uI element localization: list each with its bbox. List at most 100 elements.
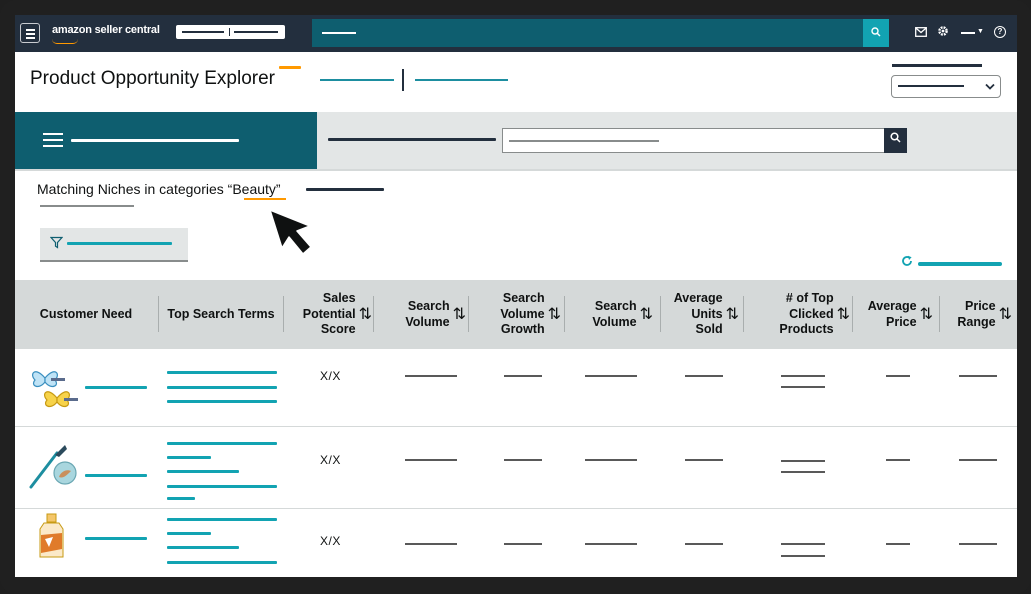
keyword-highlight bbox=[244, 198, 286, 200]
top-clicked-products-value bbox=[781, 375, 825, 377]
column-header-price-range[interactable]: Price Range ⇅ bbox=[940, 280, 1012, 349]
settings-button[interactable] bbox=[937, 24, 949, 42]
niche-search-band bbox=[15, 112, 1017, 171]
search-term-link[interactable] bbox=[167, 371, 277, 374]
top-clicked-products-value bbox=[781, 555, 825, 557]
average-price-value bbox=[886, 543, 910, 545]
store-selector[interactable] bbox=[176, 25, 285, 39]
page-title: Product Opportunity Explorer bbox=[30, 68, 276, 89]
help-icon[interactable]: ? bbox=[994, 26, 1006, 38]
search-volume-growth-value bbox=[504, 459, 542, 461]
column-header-search-volume-2[interactable]: Search Volume ⇅ bbox=[565, 280, 653, 349]
chevron-down-icon[interactable]: ▼ bbox=[977, 28, 984, 35]
column-header-label: Sales Potential Score bbox=[302, 291, 356, 337]
matching-niches-heading: Matching Niches in categories “Beauty” bbox=[37, 181, 281, 197]
sort-arrows-icon[interactable]: ⇅ bbox=[726, 307, 739, 323]
column-header-search-volume[interactable]: Search Volume ⇅ bbox=[374, 280, 466, 349]
marketplace-name-placeholder bbox=[234, 31, 278, 33]
screen: amazon seller central ▼ ? Product Opport… bbox=[15, 15, 1017, 577]
table-header: Customer Need Top Search Terms Sales Pot… bbox=[15, 280, 1017, 349]
menu-icon-bar bbox=[26, 37, 35, 39]
column-header-average-price[interactable]: Average Price ⇅ bbox=[853, 280, 933, 349]
average-price-value bbox=[886, 375, 910, 377]
average-units-sold-value bbox=[685, 543, 723, 545]
search-volume-value bbox=[585, 375, 637, 377]
amazon-smile-logo-mark bbox=[52, 39, 78, 44]
column-header-customer-need: Customer Need bbox=[15, 280, 157, 349]
search-term-link[interactable] bbox=[167, 532, 211, 535]
search-volume-growth-value bbox=[504, 543, 542, 545]
sort-arrows-icon[interactable]: ⇅ bbox=[999, 307, 1012, 323]
refresh-link[interactable] bbox=[918, 262, 1002, 266]
column-header-label: Search Volume bbox=[405, 299, 450, 329]
filter-button[interactable] bbox=[40, 228, 188, 262]
search-term-link[interactable] bbox=[167, 456, 211, 459]
marketplace-dropdown[interactable] bbox=[891, 75, 1001, 98]
category-menu-label bbox=[71, 139, 239, 142]
search-term-link[interactable] bbox=[167, 518, 277, 521]
customer-need-link[interactable] bbox=[85, 474, 147, 477]
amazon-seller-central-logo[interactable]: amazon seller central bbox=[52, 24, 160, 36]
column-header-label: Top Search Terms bbox=[167, 306, 275, 321]
refresh-icon[interactable] bbox=[901, 255, 913, 267]
niche-search-input[interactable] bbox=[502, 128, 885, 153]
sort-arrows-icon[interactable]: ⇅ bbox=[837, 307, 850, 323]
search-term-link[interactable] bbox=[167, 546, 239, 549]
sort-arrows-icon[interactable]: ⇅ bbox=[453, 307, 466, 323]
column-header-top-search-terms: Top Search Terms bbox=[159, 280, 283, 349]
mail-button[interactable] bbox=[915, 24, 927, 42]
customer-need-link[interactable] bbox=[85, 537, 147, 540]
customer-need-link[interactable] bbox=[85, 386, 147, 389]
search-term-link[interactable] bbox=[167, 442, 277, 445]
sort-arrows-icon[interactable]: ⇅ bbox=[920, 307, 933, 323]
sales-potential-score: X/X bbox=[320, 534, 341, 548]
menu-icon bbox=[26, 29, 35, 31]
header-link-2[interactable] bbox=[415, 79, 508, 81]
average-units-sold-value bbox=[685, 459, 723, 461]
search-term-link[interactable] bbox=[167, 400, 277, 403]
mail-icon bbox=[915, 27, 927, 37]
store-selector-divider bbox=[229, 28, 230, 36]
sort-arrows-icon[interactable]: ⇅ bbox=[359, 307, 372, 323]
search-term-link[interactable] bbox=[167, 561, 277, 564]
mouse-cursor-icon bbox=[269, 209, 312, 255]
column-header-sales-potential-score[interactable]: Sales Potential Score ⇅ bbox=[284, 280, 372, 349]
chevron-down-icon bbox=[985, 83, 995, 90]
global-search-button[interactable] bbox=[863, 19, 889, 47]
sales-potential-score: X/X bbox=[320, 453, 341, 467]
column-header-label: Search Volume Growth bbox=[500, 291, 545, 337]
column-header-label: Customer Need bbox=[39, 306, 133, 321]
header-link-1[interactable] bbox=[320, 79, 394, 81]
sort-arrows-icon[interactable]: ⇅ bbox=[640, 307, 653, 323]
niche-search-button[interactable] bbox=[884, 128, 907, 153]
niches-subtitle-underline bbox=[40, 205, 134, 207]
marketplace-dropdown-value bbox=[898, 85, 964, 87]
average-units-sold-value bbox=[685, 375, 723, 377]
table-row[interactable]: X/X bbox=[15, 427, 1017, 509]
top-clicked-products-value bbox=[781, 386, 825, 388]
category-menu-panel[interactable] bbox=[15, 112, 317, 169]
column-header-label: # of Top Clicked Products bbox=[779, 291, 834, 337]
menu-icon-bar bbox=[26, 33, 35, 35]
search-term-link[interactable] bbox=[167, 497, 195, 500]
price-range-value bbox=[959, 459, 997, 461]
price-range-value bbox=[959, 375, 997, 377]
search-volume-value bbox=[405, 375, 457, 377]
search-placeholder bbox=[322, 32, 356, 34]
top-navigation-bar: amazon seller central ▼ ? bbox=[15, 15, 1017, 52]
search-term-link[interactable] bbox=[167, 386, 277, 389]
column-header-top-clicked-products[interactable]: # of Top Clicked Products ⇅ bbox=[744, 280, 850, 349]
store-name-placeholder bbox=[182, 31, 224, 33]
language-selector[interactable] bbox=[961, 32, 975, 34]
sort-arrows-icon[interactable]: ⇅ bbox=[548, 307, 561, 323]
table-row[interactable]: X/X bbox=[15, 509, 1017, 577]
header-link-divider bbox=[402, 69, 404, 91]
column-header-average-units-sold[interactable]: Average Units Sold ⇅ bbox=[661, 280, 739, 349]
column-header-search-volume-growth[interactable]: Search Volume Growth ⇅ bbox=[469, 280, 561, 349]
search-term-link[interactable] bbox=[167, 470, 239, 473]
global-search-input[interactable] bbox=[312, 19, 863, 47]
filter-label bbox=[67, 242, 172, 245]
search-term-link[interactable] bbox=[167, 485, 277, 488]
menu-button[interactable] bbox=[20, 23, 40, 43]
table-row[interactable]: X/X bbox=[15, 349, 1017, 427]
